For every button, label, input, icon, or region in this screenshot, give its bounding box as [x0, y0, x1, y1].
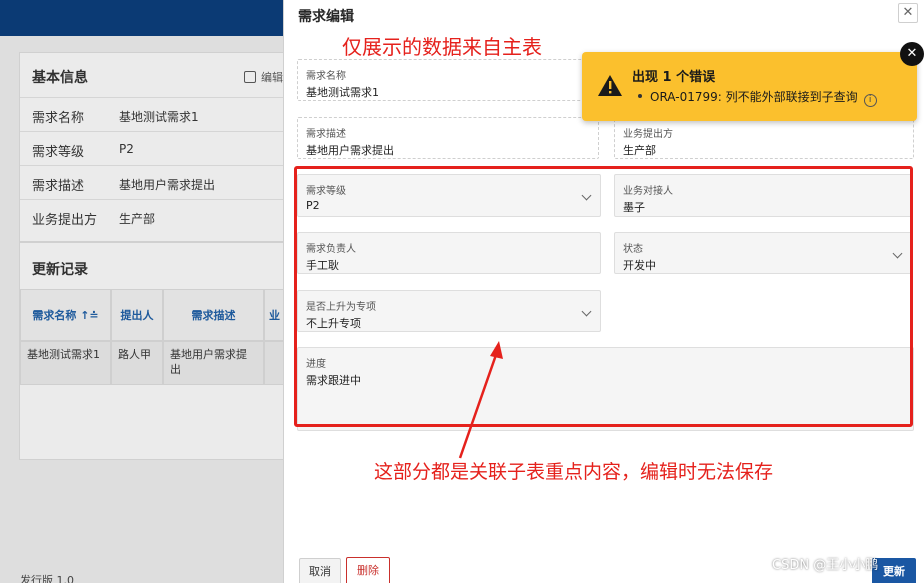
toast-message: ORA-01799: 列不能外部联接到子查询: [650, 90, 858, 104]
error-toast: 出现 1 个错误 ORA-01799: 列不能外部联接到子查询 i: [582, 52, 917, 121]
arrow-line: [458, 351, 499, 459]
bullet-icon: [638, 94, 642, 98]
watermark: CSDN @王小小鹏: [772, 558, 879, 573]
annotation-bottom: 这部分都是关联子表重点内容，编辑时无法保存: [374, 461, 774, 483]
info-icon[interactable]: i: [863, 94, 877, 107]
toast-close-icon[interactable]: ✕: [900, 42, 924, 66]
arrow-head: [490, 341, 503, 359]
toast-message-row: ORA-01799: 列不能外部联接到子查询 i: [638, 88, 877, 107]
warning-icon: [598, 75, 622, 96]
toast-title: 出现 1 个错误: [632, 70, 716, 85]
